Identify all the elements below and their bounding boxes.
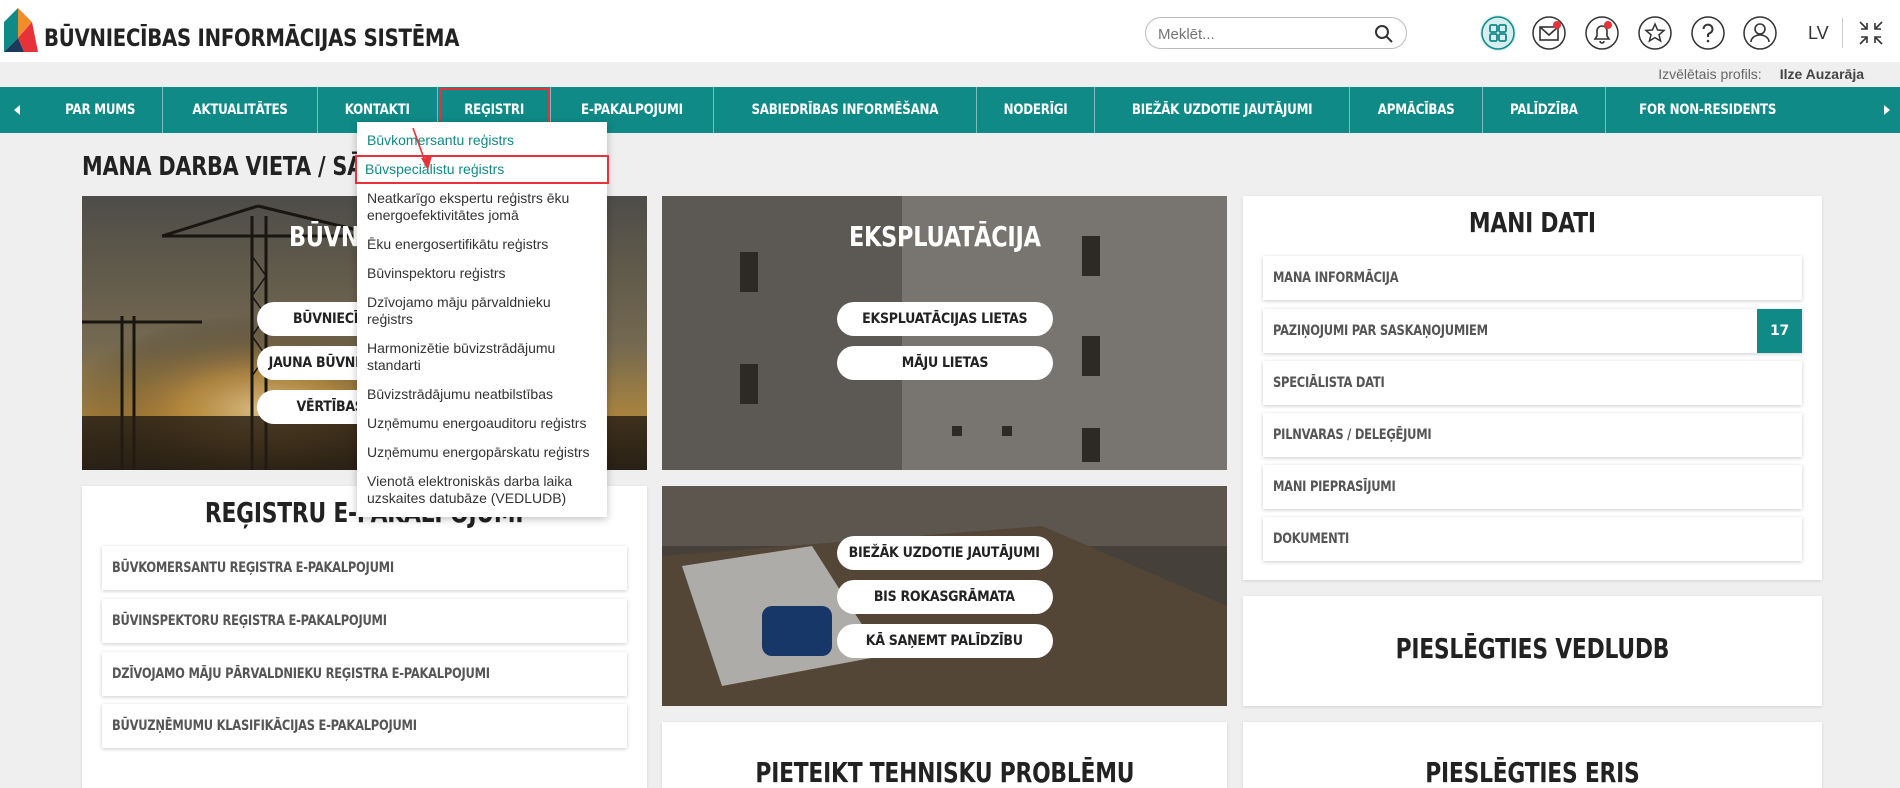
profile-line: Izvēlētais profils: Ilze Auzarāja: [1658, 66, 1864, 82]
nav-item-label: E-PAKALPOJUMI: [581, 102, 683, 118]
nav-item-1[interactable]: PAR MUMS: [38, 87, 164, 133]
registri-row[interactable]: BŪVKOMERSANTU REĢISTRA E-PAKALPOJUMI: [102, 546, 627, 590]
user-icon[interactable]: [1742, 15, 1778, 51]
maju-lietas-button[interactable]: MĀJU LIETAS: [836, 346, 1053, 380]
nav-item-label: AKTUALITĀTES: [192, 102, 289, 118]
eris-title[interactable]: PIESLĒGTIES ERIS: [1243, 756, 1822, 788]
registri-row[interactable]: DZĪVOJAMO MĀJU PĀRVALDNIEKU REĢISTRA E-P…: [102, 652, 627, 696]
dropdown-item[interactable]: Harmonizētie būvizstrādājumu standarti: [357, 334, 607, 380]
pazinojumi-row[interactable]: PAZIŅOJUMI PAR SASKAŅOJUMIEM 17: [1263, 309, 1802, 353]
nav-item-2[interactable]: AKTUALITĀTES: [163, 87, 319, 133]
dropdown-item[interactable]: Būvinspektoru reģistrs: [357, 259, 607, 288]
annotation-arrow-icon: [412, 127, 432, 170]
dropdown-item[interactable]: Būvspeciālistu reģistrs: [355, 155, 609, 184]
tile-help[interactable]: BIEŽĀK UZDOTIE JAUTĀJUMI BIS ROKASGRĀMAT…: [662, 486, 1227, 706]
nav-item-11[interactable]: FOR NON-RESIDENTS: [1606, 87, 1809, 133]
nav-item-label: REĢISTRI: [464, 102, 524, 118]
mail-icon[interactable]: [1531, 15, 1567, 51]
pazinojumi-count-badge: 17: [1757, 309, 1802, 353]
favorites-star-icon[interactable]: [1637, 15, 1673, 51]
nav-item-6[interactable]: SABIEDRĪBAS INFORMĒŠANA: [714, 87, 977, 133]
header-divider: [1842, 18, 1843, 48]
nav-item-7[interactable]: NODERĪGI: [977, 87, 1095, 133]
header: BŪVNIECĪBAS INFORMĀCIJAS SISTĒMA Meklēt.…: [0, 0, 1900, 62]
brand-title[interactable]: BŪVNIECĪBAS INFORMĀCIJAS SISTĒMA: [44, 24, 459, 52]
tech-problem-title[interactable]: PIETEIKT TEHNISKU PROBLĒMU: [662, 756, 1227, 788]
ekspluatacijas-lietas-button[interactable]: EKSPLUATĀCIJAS LIETAS: [836, 302, 1053, 336]
nav-item-label: KONTAKTI: [345, 102, 411, 118]
registri-card: REĢISTRU E-PAKALPOJUMI BŪVKOMERSANTU REĢ…: [82, 486, 647, 788]
vedludb-card[interactable]: PIESLĒGTIES VEDLUDB: [1243, 596, 1822, 706]
language-switch[interactable]: LV: [1808, 23, 1829, 44]
mana-informacija-row[interactable]: MANA INFORMĀCIJA: [1263, 256, 1802, 300]
nav-item-label: NODERĪGI: [1003, 102, 1067, 118]
dropdown-item[interactable]: Būvizstrādājumu neatbilstības: [357, 380, 607, 409]
tile-ekspluatacija[interactable]: EKSPLUATĀCIJA EKSPLUATĀCIJAS LIETAS MĀJU…: [662, 196, 1227, 470]
dropdown-item[interactable]: Neatkarīgo ekspertu reģistrs ēku energoe…: [357, 184, 607, 230]
get-help-button[interactable]: KĀ SAŅEMT PALĪDZĪBU: [836, 624, 1053, 658]
nav-scroll-right-icon[interactable]: [1878, 101, 1896, 119]
nav-scroll-left-icon[interactable]: [8, 101, 26, 119]
nav-item-8[interactable]: BIEŽĀK UZDOTIE JAUTĀJUMI: [1095, 87, 1350, 133]
nav-item-label: APMĀCĪBAS: [1377, 102, 1455, 118]
dropdown-item[interactable]: Vienotā elektroniskās darba laika uzskai…: [357, 467, 607, 513]
dropdown-item[interactable]: Dzīvojamo māju pārvaldnieku reģistrs: [357, 288, 607, 334]
notifications-bell-icon[interactable]: [1584, 15, 1620, 51]
tech-problem-card[interactable]: PIETEIKT TEHNISKU PROBLĒMU: [662, 722, 1227, 788]
tile-ekspluatacija-title: EKSPLUATĀCIJA: [848, 220, 1041, 253]
bis-logo-icon[interactable]: [4, 8, 38, 52]
mani-dati-card: MANI DATI MANA INFORMĀCIJA PAZIŅOJUMI PA…: [1243, 196, 1822, 580]
registri-dropdown: Būvkomersantu reģistrs Būvspeciālistu reģ…: [355, 122, 609, 517]
nav-items: PAR MUMS AKTUALITĀTES KONTAKTI REĢISTRI E-PA…: [38, 87, 1809, 133]
nav-item-label: SABIEDRĪBAS INFORMĒŠANA: [751, 102, 939, 118]
faq-button[interactable]: BIEŽĀK UZDOTIE JAUTĀJUMI: [836, 536, 1053, 570]
dropdown-item[interactable]: Uzņēmumu energoauditoru reģistrs: [357, 409, 607, 438]
registri-row[interactable]: BŪVINSPEKTORU REĢISTRA E-PAKALPOJUMI: [102, 599, 627, 643]
dropdown-item[interactable]: Uzņēmumu energopārskatu reģistrs: [357, 438, 607, 467]
search-icon[interactable]: [1374, 24, 1394, 44]
bis-handbook-button[interactable]: BIS ROKASGRĀMATA: [836, 580, 1053, 614]
collapse-icon[interactable]: [1858, 20, 1884, 46]
nav-item-label: PALĪDZĪBA: [1510, 102, 1578, 118]
mani-pieprasijumi-row[interactable]: MANI PIEPRASĪJUMI: [1263, 465, 1802, 509]
dropdown-item[interactable]: Būvkomersantu reģistrs: [357, 126, 607, 155]
dropdown-item[interactable]: Ēku energosertifikātu reģistrs: [357, 230, 607, 259]
specialista-dati-row[interactable]: SPECIĀLISTA DATI: [1263, 361, 1802, 405]
profile-name[interactable]: Ilze Auzarāja: [1780, 66, 1864, 82]
registri-row[interactable]: BŪVUZŅĒMUMU KLASIFIKĀCIJAS E-PAKALPOJUMI: [102, 704, 627, 748]
nav-item-label: PAR MUMS: [65, 102, 136, 118]
help-icon[interactable]: [1690, 15, 1726, 51]
nav-item-label: BIEŽĀK UZDOTIE JAUTĀJUMI: [1131, 102, 1313, 118]
dokumenti-row[interactable]: DOKUMENTI: [1263, 517, 1802, 561]
profile-label: Izvēlētais profils:: [1658, 66, 1762, 82]
main-nav: PAR MUMS AKTUALITĀTES KONTAKTI REĢISTRI E-PA…: [0, 87, 1900, 133]
eris-card[interactable]: PIESLĒGTIES ERIS: [1243, 722, 1822, 788]
pilnvaras-row[interactable]: PILNVARAS / DELEĢĒJUMI: [1263, 413, 1802, 457]
search-box[interactable]: [1145, 17, 1407, 49]
nav-item-label: FOR NON-RESIDENTS: [1638, 102, 1777, 118]
search-input[interactable]: [1158, 24, 1368, 44]
apps-grid-icon[interactable]: [1480, 15, 1516, 51]
nav-item-9[interactable]: APMĀCĪBAS: [1350, 87, 1484, 133]
mani-dati-title: MANI DATI: [1469, 206, 1596, 239]
vedludb-title[interactable]: PIESLĒGTIES VEDLUDB: [1243, 632, 1822, 665]
nav-item-10[interactable]: PALĪDZĪBA: [1483, 87, 1606, 133]
